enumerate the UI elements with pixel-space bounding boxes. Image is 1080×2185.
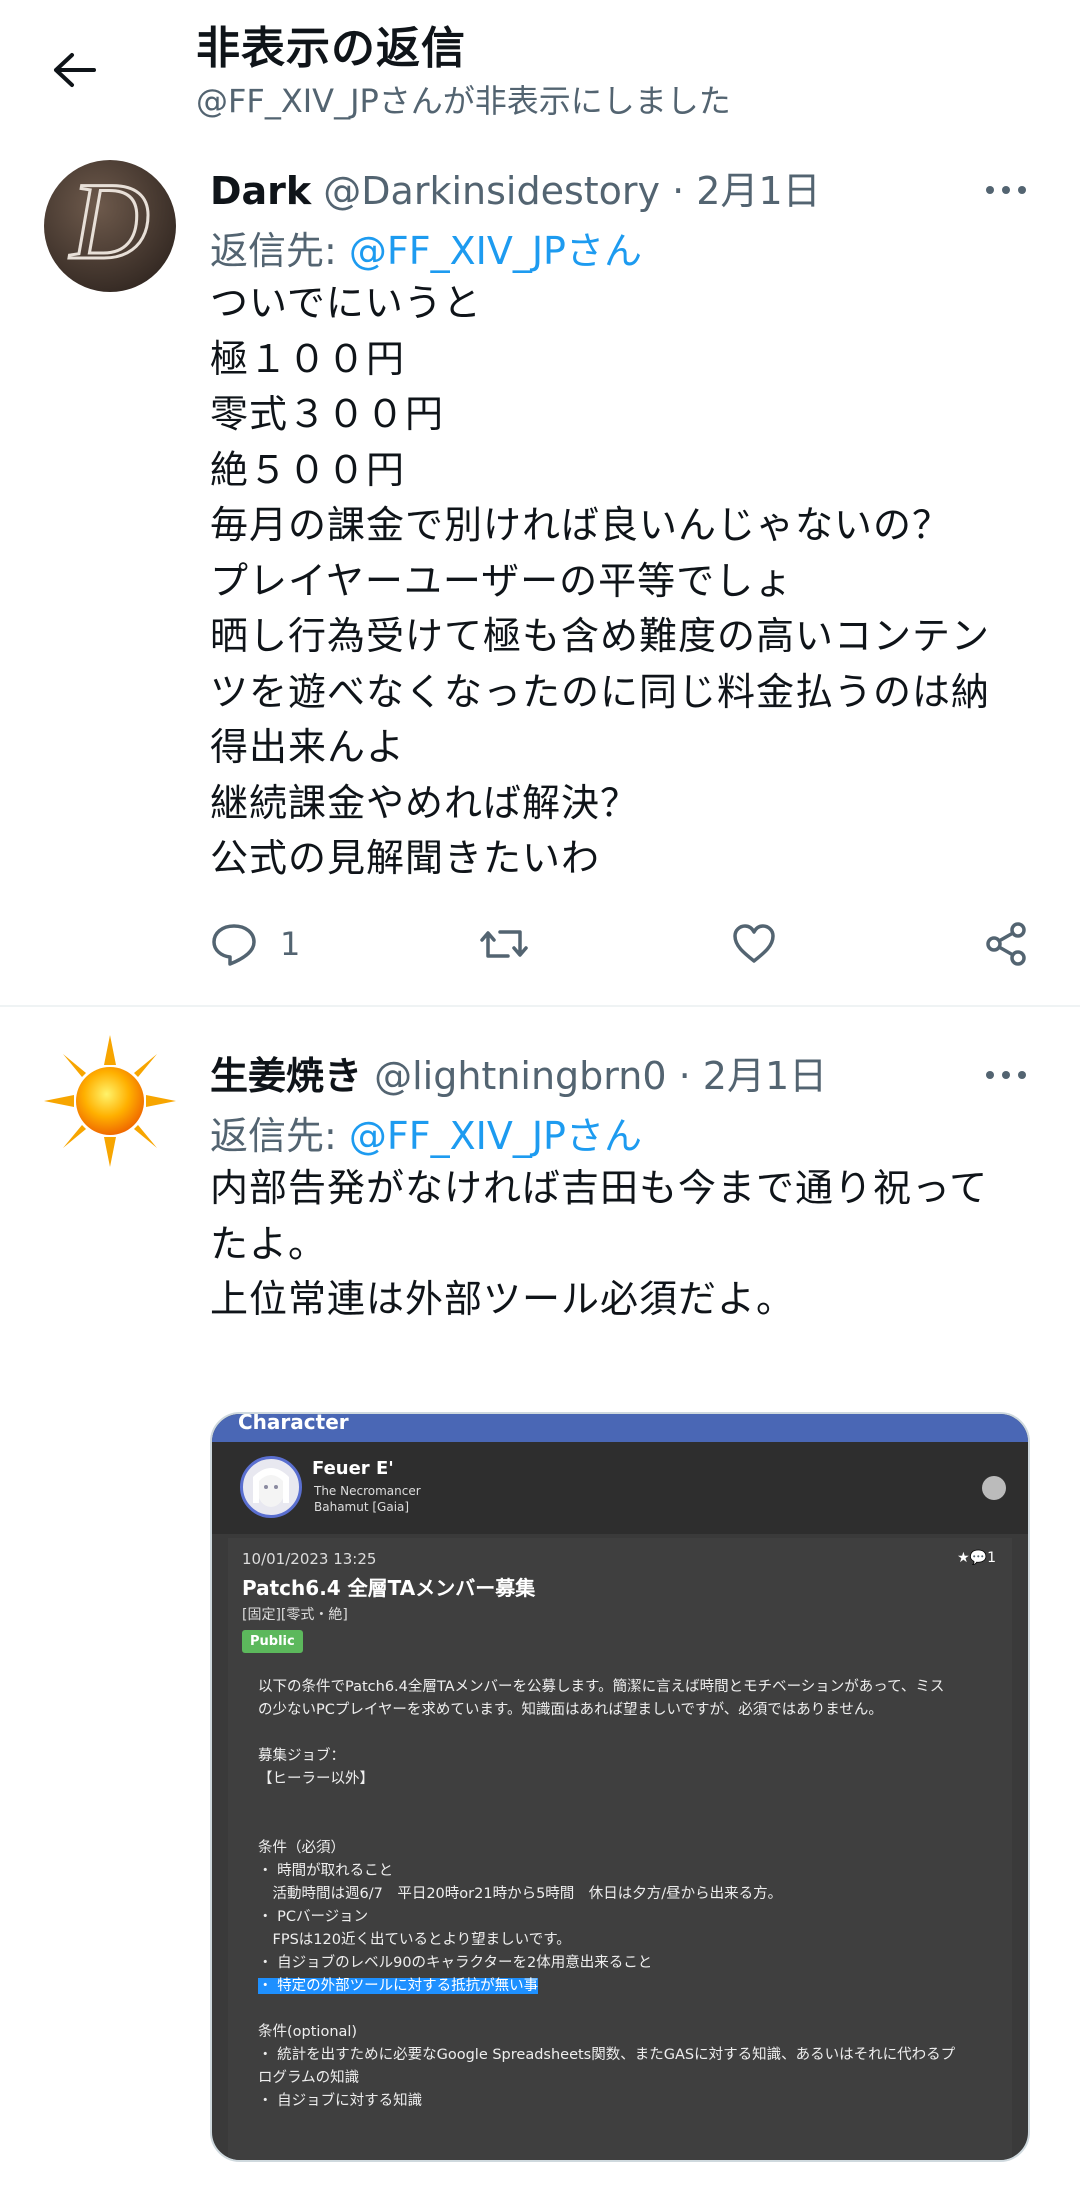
reply-to-prefix: 返信先: [210, 1114, 349, 1158]
tweet-text: ついでにいうと 極１００円 零式３００円 絶５００円 毎月の課金で別ければ良いん… [210, 281, 991, 880]
display-name[interactable]: Dark [210, 169, 311, 213]
reply-to: 返信先: @FF_XIV_JPさん [210, 220, 642, 275]
media-post-stats: ★💬1 [957, 1550, 996, 1566]
header: 非表示の返信 @FF_XIV_JPさんが非表示にしました [0, 0, 1080, 150]
media-post: 10/01/2023 13:25 ★💬1 Patch6.4 全層TAメンバー募集… [228, 1538, 1012, 2160]
media-post-highlight: ・ 特定の外部ツールに対する抵抗が無い事 [258, 1978, 539, 1994]
media-post-tags: [固定][零式・絶] [242, 1607, 348, 1623]
page-subtitle: @FF_XIV_JPさんが非表示にしました [196, 82, 731, 120]
tweet-meta: 生姜焼き @lightningbrn0 · 2月1日 [210, 1045, 827, 1100]
reply-button[interactable]: 1 [210, 920, 300, 968]
tweet[interactable]: D Dark @Darkinsidestory · 2月1日 返信先: @FF_… [0, 150, 1080, 1010]
more-icon[interactable] [982, 180, 1030, 200]
media-avatar [240, 1456, 302, 1518]
share-button[interactable] [982, 920, 1030, 968]
tweet-date[interactable]: · 2月1日 [679, 1054, 828, 1098]
page-title: 非表示の返信 [196, 23, 466, 74]
tweet-media-image[interactable]: Character Feuer E' The Necromancer Baham… [210, 1412, 1030, 2162]
share-icon [986, 922, 1026, 966]
user-handle[interactable]: @lightningbrn0 [374, 1054, 666, 1098]
reply-to-handle[interactable]: @FF_XIV_JP [349, 1114, 566, 1158]
media-public-badge: Public [242, 1630, 303, 1653]
user-handle[interactable]: @Darkinsidestory [323, 169, 660, 213]
avatar[interactable]: D [44, 160, 176, 292]
media-post-text: 以下の条件でPatch6.4全層TAメンバーを公募します。簡潔に言えば時間とモチ… [258, 1676, 955, 2113]
reply-to: 返信先: @FF_XIV_JPさん [210, 1105, 642, 1160]
reply-to-suffix: さん [565, 229, 642, 273]
media-topbar: Character [212, 1414, 1028, 1442]
media-post-title: Patch6.4 全層TAメンバー募集 [242, 1576, 536, 1600]
divider [0, 1005, 1080, 1007]
media-profile-name: Feuer E' [312, 1458, 394, 1479]
retweet-icon [480, 930, 528, 958]
reply-to-prefix: 返信先: [210, 229, 349, 273]
back-arrow-icon[interactable] [42, 38, 106, 102]
media-post-text-optional: 条件(optional) ・ 統計を出すために必要なGoogle Spreads… [258, 2024, 956, 2109]
media-profile-server: Bahamut [Gaia] [314, 1500, 410, 1514]
like-icon [733, 924, 775, 963]
svg-text:D: D [68, 160, 149, 282]
tweet-meta: Dark @Darkinsidestory · 2月1日 [210, 160, 821, 215]
tweet-actions: 1 [0, 920, 1080, 980]
reply-to-suffix: さん [565, 1114, 642, 1158]
reply-count: 1 [280, 925, 301, 963]
tweet-date[interactable]: · 2月1日 [672, 169, 821, 213]
media-topbar-title: Character [238, 1412, 349, 1434]
media-profile: Feuer E' The Necromancer Bahamut [Gaia] [212, 1442, 1028, 1534]
retweet-button[interactable] [478, 920, 530, 968]
display-name[interactable]: 生姜焼き [210, 1054, 362, 1098]
reply-icon [212, 924, 256, 966]
reply-to-handle[interactable]: @FF_XIV_JP [349, 229, 566, 273]
media-profile-title: The Necromancer [314, 1484, 421, 1498]
sun-icon [44, 1035, 176, 1167]
smile-icon [982, 1476, 1006, 1500]
media-post-date: 10/01/2023 13:25 [242, 1550, 377, 1568]
more-icon[interactable] [982, 1065, 1030, 1085]
like-button[interactable] [730, 920, 778, 968]
tweet-text: 内部告発がなければ吉田も今まで通り祝って たよ。 上位常連は外部ツール必須だよ。 [210, 1166, 989, 1321]
media-post-text-main: 以下の条件でPatch6.4全層TAメンバーを公募します。簡潔に言えば時間とモチ… [258, 1679, 945, 1971]
avatar[interactable] [44, 1035, 176, 1167]
avatar-logo: D [67, 160, 151, 284]
